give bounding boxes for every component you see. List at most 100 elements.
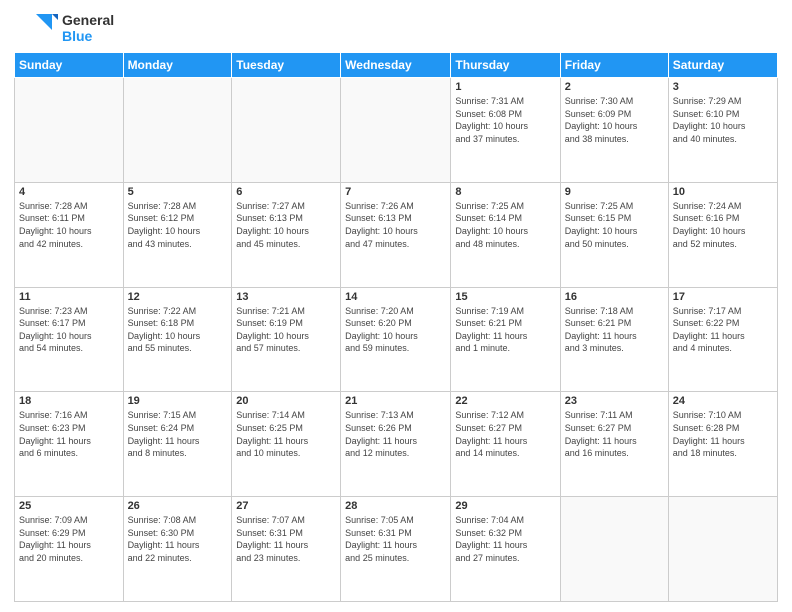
day-number: 27	[236, 500, 336, 512]
calendar-cell: 15Sunrise: 7:19 AM Sunset: 6:21 PM Dayli…	[451, 287, 560, 392]
day-number: 21	[345, 395, 446, 407]
calendar-cell: 9 Sunrise: 7:25 AM Sunset: 6:15 PM Daylig…	[560, 182, 668, 287]
day-number: 12	[128, 291, 228, 303]
header: GeneralBlue	[14, 10, 778, 46]
calendar-cell: 1 Sunrise: 7:31 AM Sunset: 6:08 PM Daylig…	[451, 78, 560, 183]
calendar-cell: 26 Sunrise: 7:08 AM Sunset: 6:30 PM Dayli…	[123, 497, 232, 602]
logo: GeneralBlue	[14, 10, 114, 46]
day-info: Sunrise: 7:10 AM Sunset: 6:28 PM Dayligh…	[673, 409, 773, 459]
calendar-cell: 8Sunrise: 7:25 AM Sunset: 6:14 PM Daylig…	[451, 182, 560, 287]
day-info: Sunrise: 7:28 AM Sunset: 6:12 PM Dayligh…	[128, 200, 228, 250]
day-info: Sunrise: 7:27 AM Sunset: 6:13 PM Dayligh…	[236, 200, 336, 250]
weekday-saturday: Saturday	[668, 53, 777, 78]
calendar-cell: 10 Sunrise: 7:24 AM Sunset: 6:16 PM Dayli…	[668, 182, 777, 287]
calendar-cell	[668, 497, 777, 602]
day-info: Sunrise: 7:25 AM Sunset: 6:14 PM Dayligh…	[455, 200, 555, 250]
day-number: 11	[19, 291, 119, 303]
day-info: Sunrise: 7:28 AM Sunset: 6:11 PM Dayligh…	[19, 200, 119, 250]
calendar-cell: 28 Sunrise: 7:05 AM Sunset: 6:31 PM Dayli…	[341, 497, 451, 602]
day-number: 17	[673, 291, 773, 303]
day-info: Sunrise: 7:22 AM Sunset: 6:18 PM Dayligh…	[128, 305, 228, 355]
day-number: 3	[673, 81, 773, 93]
day-number: 2	[565, 81, 664, 93]
day-info: Sunrise: 7:11 AM Sunset: 6:27 PM Dayligh…	[565, 409, 664, 459]
calendar-cell: 29Sunrise: 7:04 AM Sunset: 6:32 PM Dayli…	[451, 497, 560, 602]
calendar-cell	[232, 78, 341, 183]
weekday-tuesday: Tuesday	[232, 53, 341, 78]
day-info: Sunrise: 7:08 AM Sunset: 6:30 PM Dayligh…	[128, 514, 228, 564]
day-number: 14	[345, 291, 446, 303]
day-info: Sunrise: 7:14 AM Sunset: 6:25 PM Dayligh…	[236, 409, 336, 459]
calendar-cell: 18 Sunrise: 7:16 AM Sunset: 6:23 PM Dayli…	[15, 392, 124, 497]
calendar-cell: 13 Sunrise: 7:21 AM Sunset: 6:19 PM Dayli…	[232, 287, 341, 392]
calendar-cell	[123, 78, 232, 183]
day-number: 15	[455, 291, 555, 303]
day-number: 18	[19, 395, 119, 407]
day-info: Sunrise: 7:24 AM Sunset: 6:16 PM Dayligh…	[673, 200, 773, 250]
day-number: 28	[345, 500, 446, 512]
day-info: Sunrise: 7:29 AM Sunset: 6:10 PM Dayligh…	[673, 95, 773, 145]
calendar-cell: 22 Sunrise: 7:12 AM Sunset: 6:27 PM Dayli…	[451, 392, 560, 497]
day-info: Sunrise: 7:23 AM Sunset: 6:17 PM Dayligh…	[19, 305, 119, 355]
weekday-header-row: SundayMondayTuesdayWednesdayThursdayFrid…	[15, 53, 778, 78]
calendar-cell: 23 Sunrise: 7:11 AM Sunset: 6:27 PM Dayli…	[560, 392, 668, 497]
calendar-cell: 17 Sunrise: 7:17 AM Sunset: 6:22 PM Dayli…	[668, 287, 777, 392]
day-info: Sunrise: 7:12 AM Sunset: 6:27 PM Dayligh…	[455, 409, 555, 459]
weekday-wednesday: Wednesday	[341, 53, 451, 78]
week-row-1: 4 Sunrise: 7:28 AM Sunset: 6:11 PM Daylig…	[15, 182, 778, 287]
weekday-friday: Friday	[560, 53, 668, 78]
day-number: 4	[19, 186, 119, 198]
day-info: Sunrise: 7:04 AM Sunset: 6:32 PM Dayligh…	[455, 514, 555, 564]
weekday-monday: Monday	[123, 53, 232, 78]
day-number: 19	[128, 395, 228, 407]
day-info: Sunrise: 7:09 AM Sunset: 6:29 PM Dayligh…	[19, 514, 119, 564]
calendar-cell: 16Sunrise: 7:18 AM Sunset: 6:21 PM Dayli…	[560, 287, 668, 392]
day-number: 1	[455, 81, 555, 93]
calendar-cell: 12 Sunrise: 7:22 AM Sunset: 6:18 PM Dayli…	[123, 287, 232, 392]
logo-blue: Blue	[62, 28, 114, 44]
calendar-cell: 3 Sunrise: 7:29 AM Sunset: 6:10 PM Daylig…	[668, 78, 777, 183]
logo-text-block: GeneralBlue	[62, 12, 114, 44]
day-info: Sunrise: 7:21 AM Sunset: 6:19 PM Dayligh…	[236, 305, 336, 355]
logo-general: General	[62, 12, 114, 28]
day-info: Sunrise: 7:16 AM Sunset: 6:23 PM Dayligh…	[19, 409, 119, 459]
day-number: 5	[128, 186, 228, 198]
day-number: 6	[236, 186, 336, 198]
day-info: Sunrise: 7:26 AM Sunset: 6:13 PM Dayligh…	[345, 200, 446, 250]
day-number: 9	[565, 186, 664, 198]
day-number: 22	[455, 395, 555, 407]
calendar-cell	[15, 78, 124, 183]
calendar-cell	[560, 497, 668, 602]
day-number: 26	[128, 500, 228, 512]
day-number: 20	[236, 395, 336, 407]
calendar-table: SundayMondayTuesdayWednesdayThursdayFrid…	[14, 52, 778, 602]
day-info: Sunrise: 7:18 AM Sunset: 6:21 PM Dayligh…	[565, 305, 664, 355]
calendar-cell: 24 Sunrise: 7:10 AM Sunset: 6:28 PM Dayli…	[668, 392, 777, 497]
calendar-cell: 14 Sunrise: 7:20 AM Sunset: 6:20 PM Dayli…	[341, 287, 451, 392]
calendar-cell: 5 Sunrise: 7:28 AM Sunset: 6:12 PM Daylig…	[123, 182, 232, 287]
week-row-4: 25 Sunrise: 7:09 AM Sunset: 6:29 PM Dayli…	[15, 497, 778, 602]
page: GeneralBlue SundayMondayTuesdayWednesday…	[0, 0, 792, 612]
calendar-cell	[341, 78, 451, 183]
calendar-cell: 7Sunrise: 7:26 AM Sunset: 6:13 PM Daylig…	[341, 182, 451, 287]
day-info: Sunrise: 7:17 AM Sunset: 6:22 PM Dayligh…	[673, 305, 773, 355]
logo-bird-icon	[14, 10, 58, 46]
day-number: 23	[565, 395, 664, 407]
day-number: 10	[673, 186, 773, 198]
day-number: 24	[673, 395, 773, 407]
calendar-cell: 27 Sunrise: 7:07 AM Sunset: 6:31 PM Dayli…	[232, 497, 341, 602]
day-info: Sunrise: 7:31 AM Sunset: 6:08 PM Dayligh…	[455, 95, 555, 145]
day-info: Sunrise: 7:07 AM Sunset: 6:31 PM Dayligh…	[236, 514, 336, 564]
day-info: Sunrise: 7:20 AM Sunset: 6:20 PM Dayligh…	[345, 305, 446, 355]
day-info: Sunrise: 7:30 AM Sunset: 6:09 PM Dayligh…	[565, 95, 664, 145]
day-number: 13	[236, 291, 336, 303]
calendar-cell: 20 Sunrise: 7:14 AM Sunset: 6:25 PM Dayli…	[232, 392, 341, 497]
calendar-cell: 21Sunrise: 7:13 AM Sunset: 6:26 PM Dayli…	[341, 392, 451, 497]
day-info: Sunrise: 7:15 AM Sunset: 6:24 PM Dayligh…	[128, 409, 228, 459]
day-number: 25	[19, 500, 119, 512]
week-row-3: 18 Sunrise: 7:16 AM Sunset: 6:23 PM Dayli…	[15, 392, 778, 497]
week-row-2: 11 Sunrise: 7:23 AM Sunset: 6:17 PM Dayli…	[15, 287, 778, 392]
calendar-cell: 2 Sunrise: 7:30 AM Sunset: 6:09 PM Daylig…	[560, 78, 668, 183]
day-info: Sunrise: 7:05 AM Sunset: 6:31 PM Dayligh…	[345, 514, 446, 564]
day-info: Sunrise: 7:25 AM Sunset: 6:15 PM Dayligh…	[565, 200, 664, 250]
